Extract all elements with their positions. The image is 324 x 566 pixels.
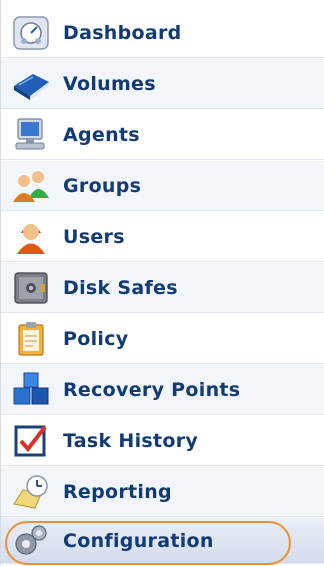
sidebar-item-label: Reporting bbox=[63, 481, 172, 503]
sidebar-item-label: Users bbox=[63, 226, 125, 248]
recovery-points-icon bbox=[11, 372, 51, 408]
sidebar-item-label: Configuration bbox=[63, 530, 214, 552]
sidebar-item-groups[interactable]: Groups bbox=[1, 161, 324, 211]
dashboard-icon bbox=[11, 15, 51, 51]
sidebar-item-label: Task History bbox=[63, 430, 199, 452]
sidebar-item-label: Agents bbox=[63, 124, 140, 146]
sidebar-nav: Dashboard Volumes Agents Groups Users Di… bbox=[0, 0, 324, 566]
sidebar-item-reporting[interactable]: Reporting bbox=[1, 467, 324, 517]
groups-icon bbox=[11, 168, 51, 204]
sidebar-item-users[interactable]: Users bbox=[1, 212, 324, 262]
sidebar-item-label: Groups bbox=[63, 175, 142, 197]
sidebar-item-task-history[interactable]: Task History bbox=[1, 416, 324, 466]
configuration-icon bbox=[11, 523, 51, 559]
sidebar-item-label: Disk Safes bbox=[63, 277, 178, 299]
sidebar-item-label: Dashboard bbox=[63, 22, 182, 44]
users-icon bbox=[11, 219, 51, 255]
sidebar-item-recovery-points[interactable]: Recovery Points bbox=[1, 365, 324, 415]
task-history-icon bbox=[11, 423, 51, 459]
sidebar-item-label: Policy bbox=[63, 328, 129, 350]
sidebar-item-label: Volumes bbox=[63, 73, 156, 95]
sidebar-item-configuration[interactable]: Configuration bbox=[1, 518, 324, 565]
reporting-icon bbox=[11, 474, 51, 510]
sidebar-item-agents[interactable]: Agents bbox=[1, 110, 324, 160]
sidebar-item-dashboard[interactable]: Dashboard bbox=[1, 8, 324, 58]
sidebar-item-policy[interactable]: Policy bbox=[1, 314, 324, 364]
agents-icon bbox=[11, 117, 51, 153]
policy-icon bbox=[11, 321, 51, 357]
sidebar-item-disk-safes[interactable]: Disk Safes bbox=[1, 263, 324, 313]
sidebar-item-label: Recovery Points bbox=[63, 379, 241, 401]
sidebar-item-volumes[interactable]: Volumes bbox=[1, 59, 324, 109]
volumes-icon bbox=[11, 66, 51, 102]
disk-safes-icon bbox=[11, 270, 51, 306]
